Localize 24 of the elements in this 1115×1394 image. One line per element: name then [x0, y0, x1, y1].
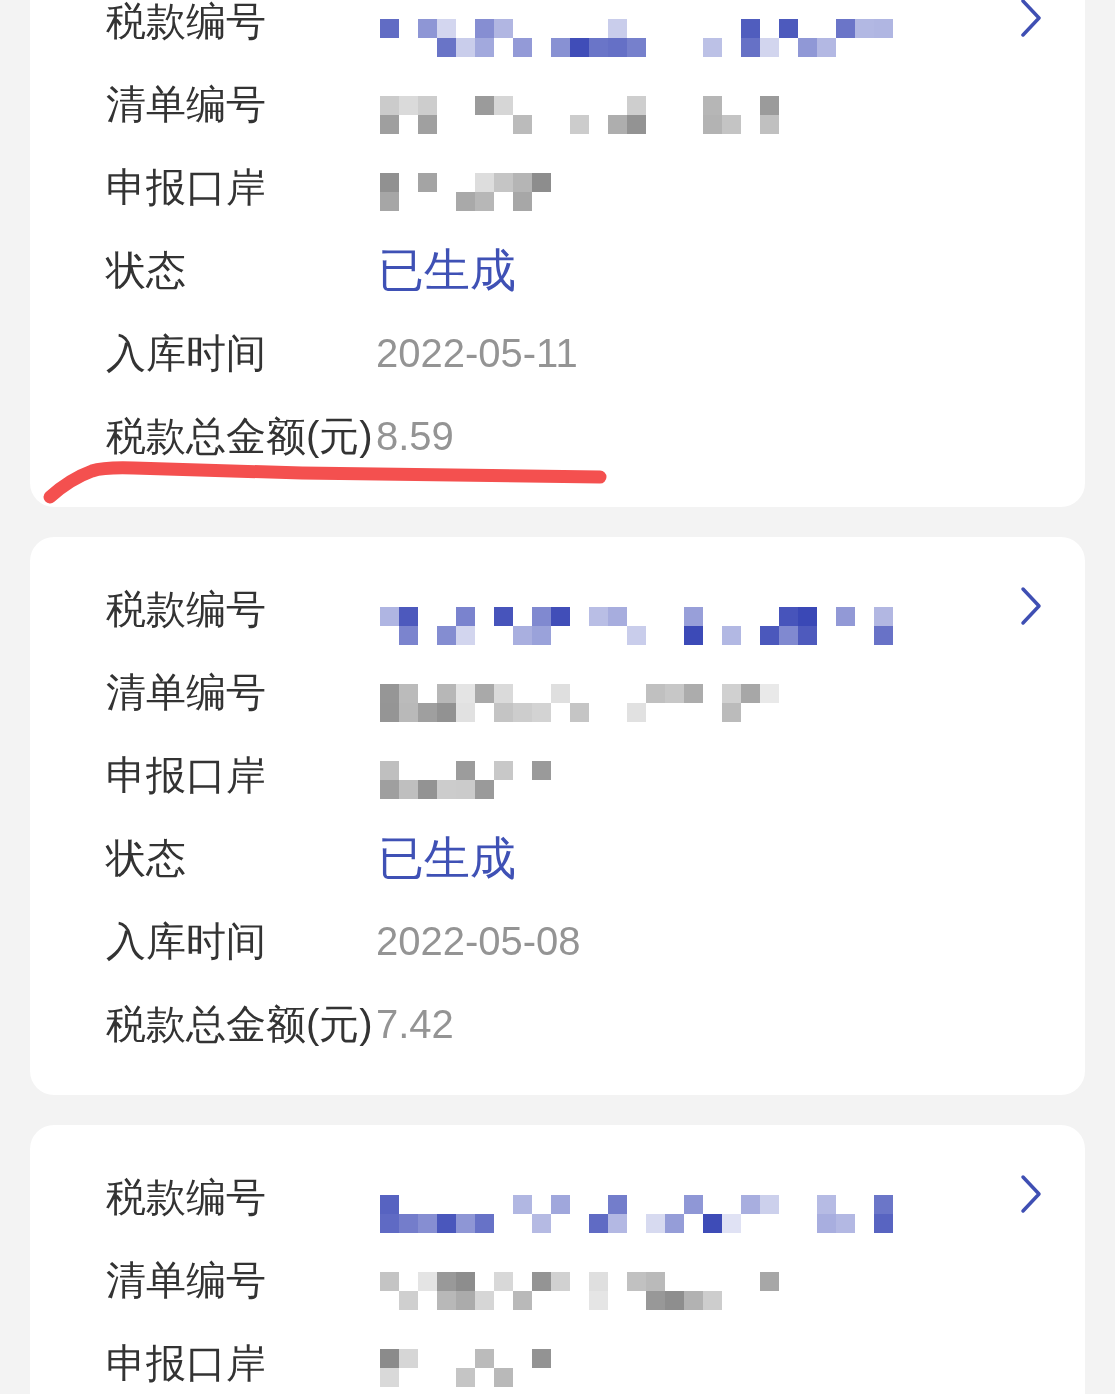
field-label: 税款编号	[106, 1176, 267, 1217]
field-value: 2022-05-08	[376, 920, 581, 961]
field-label: 清单编号	[106, 83, 267, 124]
field-label: 清单编号	[106, 671, 267, 712]
field-label: 入库时间	[106, 920, 267, 961]
chevron-right-icon[interactable]	[1020, 1174, 1042, 1214]
chevron-right-icon[interactable]	[1020, 0, 1042, 38]
field-label: 申报口岸	[106, 1342, 267, 1383]
field-label: 入库时间	[106, 332, 267, 373]
field-value: 2022-05-11	[376, 332, 578, 373]
field-value: 7.42	[376, 1003, 454, 1044]
field-label: 状态	[106, 249, 187, 290]
field-label: 税款编号	[106, 0, 267, 41]
status-value: 已生成	[378, 246, 516, 293]
field-label: 清单编号	[106, 1259, 267, 1300]
field-label: 税款总金额(元)	[106, 415, 374, 456]
field-label: 税款编号	[106, 588, 267, 629]
status-value: 已生成	[378, 834, 516, 881]
field-label: 税款总金额(元)	[106, 1003, 374, 1044]
field-label: 申报口岸	[106, 754, 267, 795]
field-label: 状态	[106, 837, 187, 878]
chevron-right-icon[interactable]	[1020, 586, 1042, 626]
field-label: 申报口岸	[106, 166, 267, 207]
field-value: 8.59	[376, 415, 454, 456]
